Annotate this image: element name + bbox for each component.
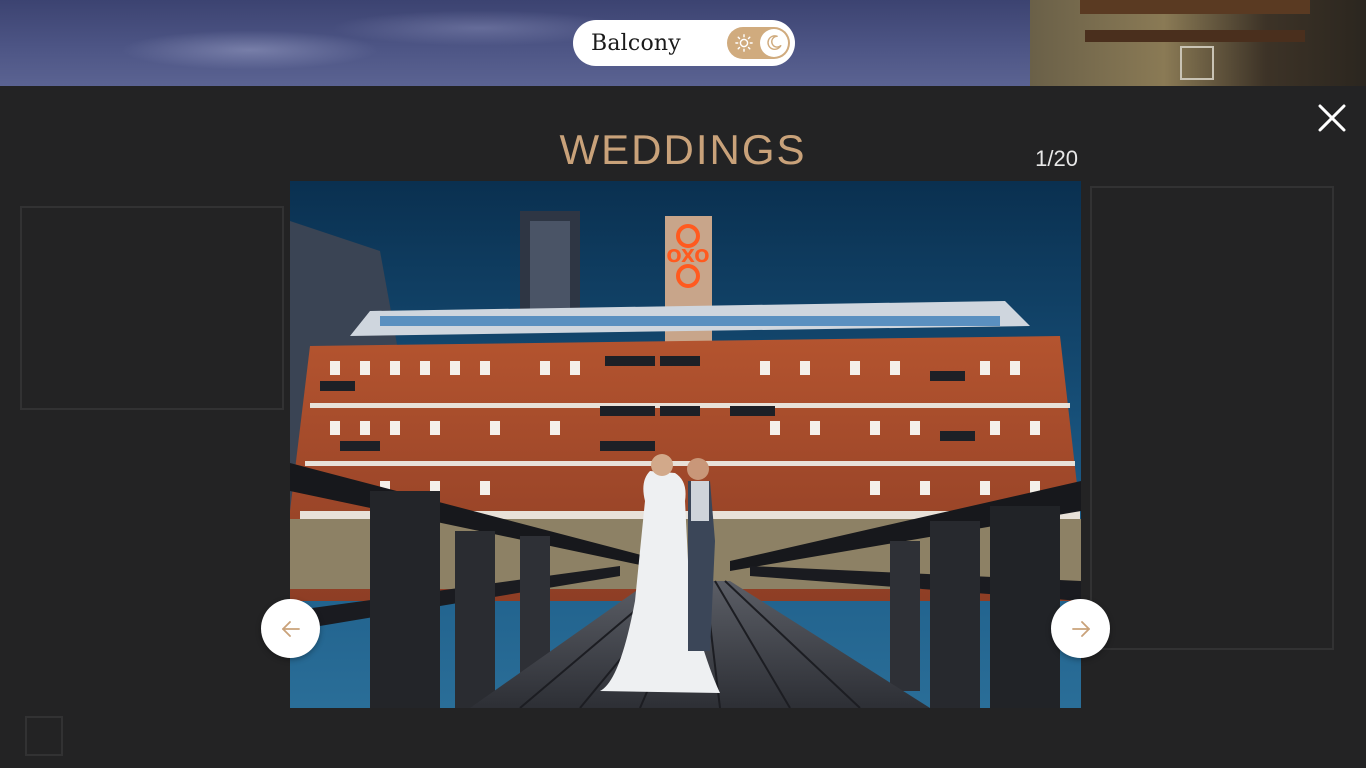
gallery-photo: OXO (290, 181, 1081, 708)
moon-toggle-knob[interactable] (760, 29, 788, 57)
image-counter: 1/20 (1035, 146, 1078, 171)
oxo-sign: OXO (666, 246, 709, 267)
brand-header-pill: Balcony (573, 20, 795, 66)
sun-icon[interactable] (735, 34, 753, 52)
arrow-right-icon (1071, 620, 1090, 637)
brand-name[interactable]: Balcony (591, 31, 681, 56)
arrow-left-icon (281, 620, 300, 637)
previous-image-button[interactable] (261, 599, 320, 658)
background-hero-building (1030, 0, 1366, 86)
moon-icon (767, 35, 782, 50)
next-image-button[interactable] (1051, 599, 1110, 658)
gallery-title: WEDDINGS (559, 126, 807, 173)
wedding-photo: OXO (290, 181, 1081, 708)
theme-toggle[interactable] (727, 27, 790, 59)
